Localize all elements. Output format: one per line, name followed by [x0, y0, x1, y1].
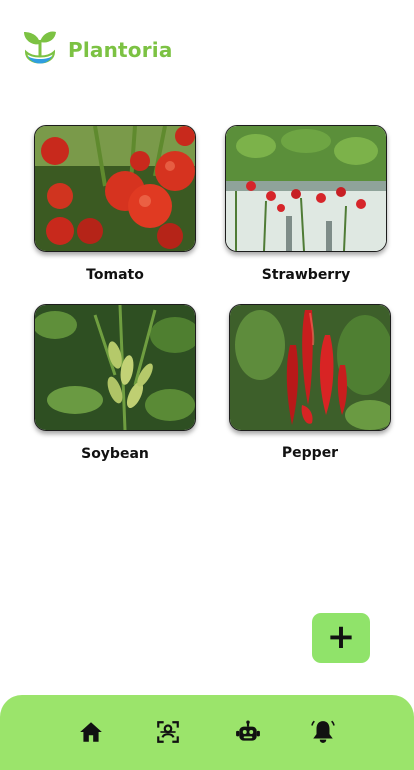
home-icon	[80, 722, 102, 742]
plant-label: Pepper	[281, 445, 339, 461]
bell-icon	[311, 720, 335, 743]
soybean-photo	[34, 304, 196, 431]
nav-assistant[interactable]	[235, 719, 261, 745]
bottom-nav	[0, 695, 414, 770]
nav-home[interactable]	[78, 719, 104, 745]
pepper-photo	[229, 304, 391, 431]
plant-label: Soybean	[81, 446, 149, 462]
app-header: Plantoria	[22, 28, 173, 72]
plus-icon: +	[326, 616, 356, 657]
plant-card-strawberry[interactable]: Strawberry	[225, 125, 387, 283]
plant-card-tomato[interactable]: Tomato	[34, 125, 196, 283]
strawberry-photo	[225, 125, 387, 252]
nav-scan[interactable]	[155, 719, 181, 745]
plant-logo-icon	[24, 31, 56, 64]
plant-label: Strawberry	[261, 267, 351, 283]
plant-card-soybean[interactable]: Soybean	[34, 304, 196, 462]
add-plant-button[interactable]: +	[312, 613, 370, 663]
app-title: Plantoria	[68, 38, 173, 62]
face-scan-icon	[157, 721, 179, 743]
nav-notifications[interactable]	[310, 719, 336, 745]
plant-label: Tomato	[86, 267, 144, 283]
plant-card-pepper[interactable]: Pepper	[229, 304, 391, 461]
robot-icon	[236, 720, 260, 741]
tomato-photo	[34, 125, 196, 252]
